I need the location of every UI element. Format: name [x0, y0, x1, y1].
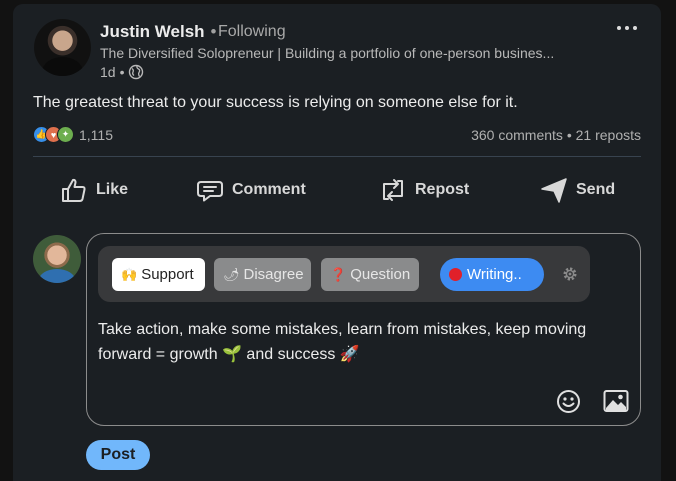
send-button[interactable]: Send: [540, 174, 615, 206]
disagree-chip[interactable]: 🌶 Disagree: [214, 258, 311, 291]
user-avatar[interactable]: [33, 235, 81, 283]
divider: [33, 156, 641, 157]
send-label: Send: [576, 181, 616, 198]
comment-input[interactable]: Take action, make some mistakes, learn f…: [98, 317, 633, 367]
question-chip-label: Question: [350, 266, 411, 283]
post-button[interactable]: Post: [86, 440, 150, 470]
engagement-stats: 360 comments • 21 reposts: [471, 127, 641, 143]
repost-button[interactable]: Repost: [379, 174, 469, 206]
post-body: The greatest threat to your success is r…: [33, 94, 518, 111]
record-dot-icon: [449, 268, 462, 281]
author-name-text[interactable]: Justin Welsh: [100, 22, 205, 41]
comments-count[interactable]: 360 comments: [471, 127, 563, 143]
emoji-icon[interactable]: [556, 389, 581, 414]
reactions-summary[interactable]: 👍 ♥ ✦ 1,115: [33, 126, 113, 143]
writing-button[interactable]: Writing..: [440, 258, 544, 291]
question-mark-icon: ❓: [330, 266, 347, 282]
question-chip[interactable]: ❓ Question: [321, 258, 419, 291]
globe-icon: [129, 64, 144, 80]
support-chip-label: Support: [141, 266, 194, 283]
reaction-count[interactable]: 1,115: [79, 127, 113, 143]
like-label: Like: [96, 181, 129, 198]
author-headline: The Diversified Solopreneur | Building a…: [100, 45, 555, 61]
author-name[interactable]: Justin Welsh •: [100, 22, 223, 42]
stats-separator: •: [566, 127, 572, 143]
repost-label: Repost: [415, 181, 470, 198]
disagree-chip-label: Disagree: [243, 266, 304, 283]
more-options-button[interactable]: [612, 18, 642, 38]
author-avatar[interactable]: [34, 19, 91, 76]
support-reaction-icon: ✦: [57, 126, 74, 143]
time-separator: •: [119, 64, 125, 80]
reposts-count[interactable]: 21 reposts: [576, 127, 641, 143]
comment-icon: [197, 181, 223, 202]
send-icon: [541, 178, 567, 203]
gear-icon[interactable]: [562, 266, 578, 282]
repost-icon: [383, 179, 403, 201]
writing-label: Writing..: [467, 266, 522, 283]
comment-label: Comment: [232, 181, 306, 198]
post-meta: 1d •: [100, 64, 144, 80]
raised-hands-icon: 🙌: [121, 266, 138, 282]
like-button[interactable]: Like: [60, 174, 128, 206]
post-time: 1d: [100, 64, 116, 80]
chili-pepper-icon: 🌶: [223, 266, 240, 282]
follow-status: Following: [218, 23, 286, 40]
thumbs-up-icon: [62, 178, 86, 202]
comment-button[interactable]: Comment: [196, 174, 306, 206]
support-chip[interactable]: 🙌 Support: [112, 258, 205, 291]
image-icon[interactable]: [603, 389, 629, 413]
name-separator: •: [210, 22, 217, 41]
